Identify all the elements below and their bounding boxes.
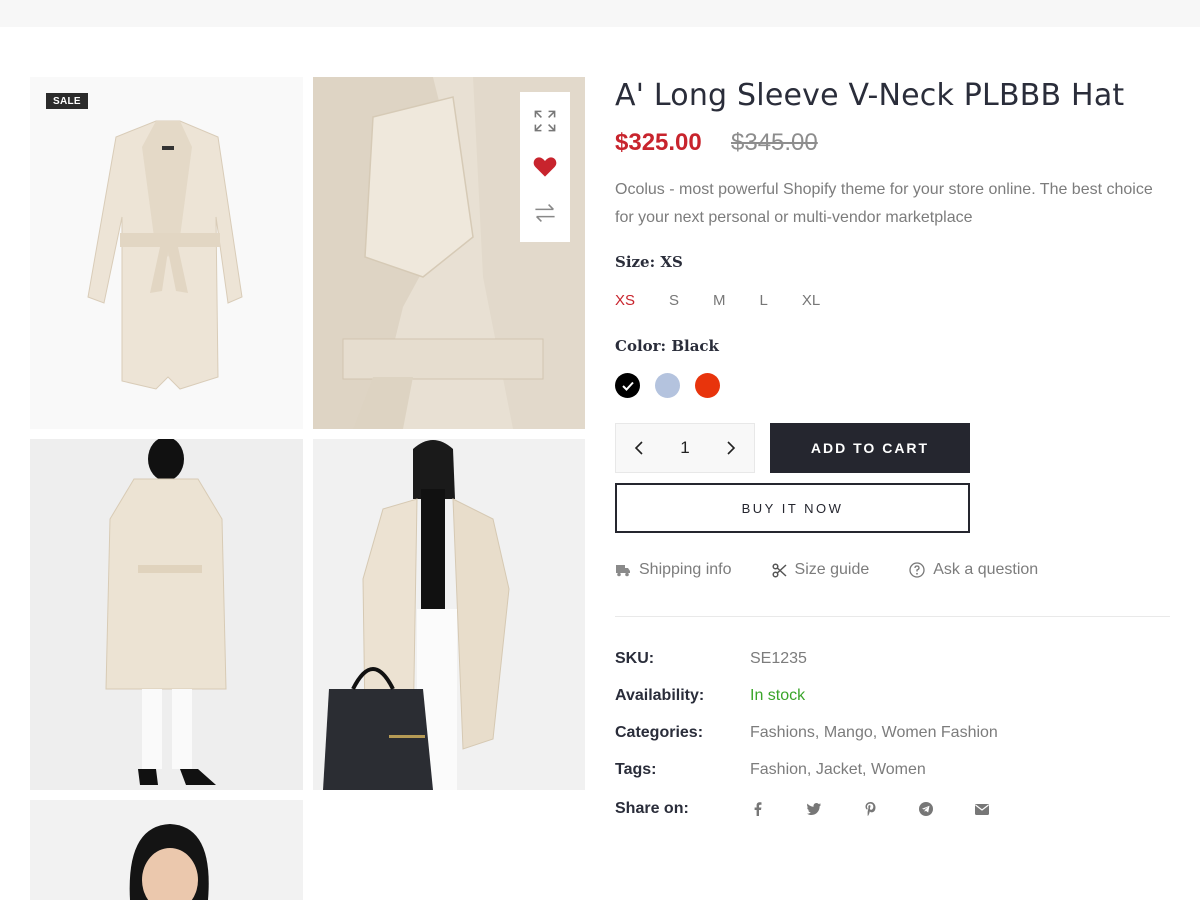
facebook-icon[interactable] [750,801,766,817]
size-label-text: Size: [615,253,656,271]
product-help-links: Shipping info Size guide Ask a question [615,561,1078,579]
availability-label: Availability: [615,687,705,704]
tags-value[interactable]: Fashion, Jacket, Women [750,761,926,779]
compare-icon[interactable] [533,201,557,225]
tags-row: Tags: Fashion, Jacket, Women [615,761,926,779]
sku-label: SKU: [615,650,655,667]
availability-value: In stock [750,687,806,704]
product-image-5[interactable] [30,800,303,900]
truck-icon [616,565,630,577]
quantity-stepper: 1 [615,423,755,473]
color-swatch-orange-red[interactable] [695,373,720,398]
coat-back-image [30,439,303,790]
model-front-image [313,439,585,790]
product-image-3[interactable] [30,439,303,790]
color-label-text: Color: [615,337,667,355]
shipping-info-link[interactable]: Shipping info [615,561,732,579]
product-image-2[interactable] [313,77,585,429]
size-option-xl[interactable]: XL [802,292,820,309]
ask-question-link[interactable]: Ask a question [909,561,1038,579]
sku-value: SE1235 [750,650,807,667]
color-swatch-black[interactable] [615,373,640,398]
image-actions-panel [520,92,570,242]
coat-front-image [30,77,303,429]
product-image-4[interactable] [313,439,585,790]
availability-row: Availability: In stock [615,687,805,705]
color-selected-value: Black [671,337,719,355]
size-option-m[interactable]: M [713,292,726,309]
model-portrait-image [30,800,303,900]
sale-badge: SALE [46,93,88,109]
size-guide-text: Size guide [794,561,870,578]
top-bar [0,0,1200,27]
product-image-1[interactable]: SALE [30,77,303,429]
twitter-icon[interactable] [806,801,822,817]
sku-row: SKU: SE1235 [615,650,807,668]
ask-question-text: Ask a question [933,561,1039,578]
share-row: Share on: [615,800,1030,818]
sale-price: $325.00 [615,129,702,156]
categories-value[interactable]: Fashions, Mango, Women Fashion [750,724,998,742]
divider [615,616,1170,617]
size-option-s[interactable]: S [669,292,679,309]
color-label: Color: Black [615,337,719,355]
categories-row: Categories: Fashions, Mango, Women Fashi… [615,724,998,742]
telegram-icon[interactable] [918,801,934,817]
categories-label: Categories: [615,724,704,741]
share-icons [750,801,1030,817]
size-option-l[interactable]: L [760,292,768,309]
size-label: Size: XS [615,253,683,271]
email-icon[interactable] [974,801,990,817]
color-swatch-light-blue[interactable] [655,373,680,398]
expand-icon[interactable] [533,109,557,133]
quantity-decrease-button[interactable] [634,441,644,455]
size-option-xs[interactable]: XS [615,292,635,309]
size-options: XS S M L XL [615,292,854,309]
compare-price: $345.00 [731,129,818,156]
scissors-icon [771,562,787,578]
add-to-cart-button[interactable]: ADD TO CART [770,423,970,473]
wishlist-heart-icon[interactable] [533,155,557,179]
product-title: A' Long Sleeve V-Neck PLBBB Hat [615,78,1125,113]
buy-it-now-button[interactable]: BUY IT NOW [615,483,970,533]
product-description: Ocolus - most powerful Shopify theme for… [615,181,1153,226]
quantity-increase-button[interactable] [726,441,736,455]
color-swatches [615,373,735,398]
size-guide-link[interactable]: Size guide [771,561,870,579]
question-circle-icon [909,562,925,578]
size-selected-value: XS [660,253,683,271]
shipping-info-text: Shipping info [639,561,732,578]
tags-label: Tags: [615,761,657,778]
quantity-value[interactable]: 1 [680,438,689,458]
pinterest-icon[interactable] [862,801,878,817]
chevron-right-icon [727,441,736,455]
share-label: Share on: [615,800,689,817]
checkmark-icon [621,381,634,391]
chevron-left-icon [634,441,643,455]
